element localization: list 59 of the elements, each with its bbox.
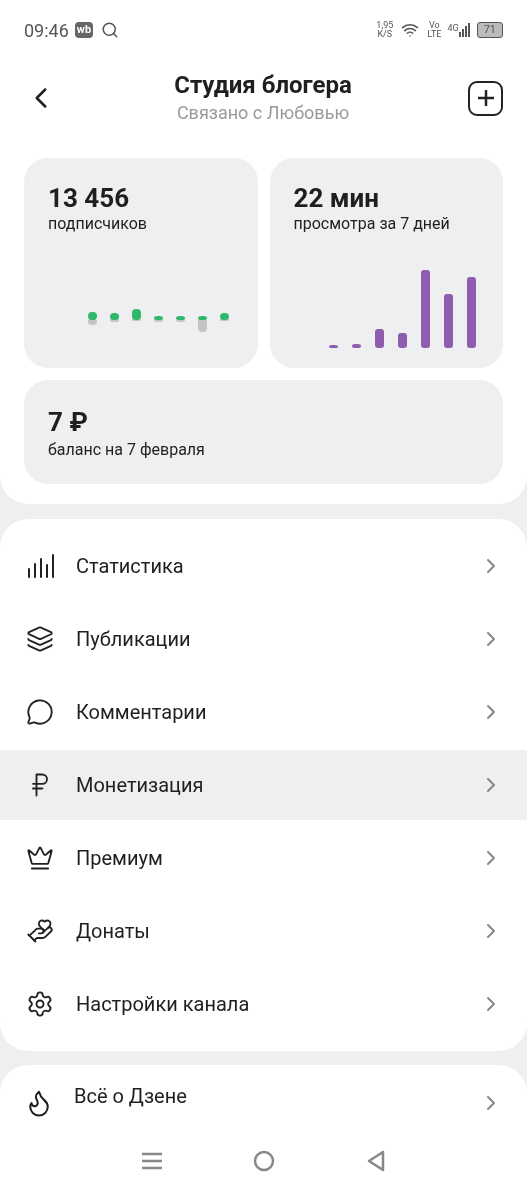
menu-label: Премиум [76,845,164,872]
stat-value: 22 мин [293,182,380,214]
balance-label: баланс на 7 февраля [48,439,206,461]
stat-value: 13 456 [48,182,131,214]
volte-indicator: Vo LTE [427,21,442,39]
search-icon [101,21,120,39]
wifi-icon [401,21,420,39]
chart-bar [219,313,229,321]
chart-bar [109,313,119,322]
app-badge: wb [74,21,94,39]
balance-value: 7 ₽ [48,406,89,438]
menu-label: Комментарии [76,699,208,726]
home-button[interactable] [253,1149,276,1172]
stack-icon [26,625,54,653]
stat-label: подписчиков [48,214,148,234]
menu-label: Монетизация [76,772,205,799]
stat-card[interactable]: 13 456 подписчиков [24,158,258,368]
menu-item[interactable]: Статистика [0,531,527,601]
page-title: Студия блогера [174,70,352,99]
chart-bar [153,316,163,322]
menu-item[interactable]: Настройки канала [0,969,527,1039]
menu-button[interactable] [141,1151,162,1170]
menu-item[interactable]: Монетизация [0,750,527,820]
menu-item[interactable]: Комментарии [0,677,527,747]
menu-label: Всё о Дзене [74,1083,188,1110]
stat-label: просмотра за 7 дней [293,214,451,234]
plus-icon [476,89,495,107]
battery-indicator: 71 [476,22,503,38]
signal-icon [458,23,471,37]
add-button[interactable] [468,80,503,116]
network-speed: 1,95 K/S [376,21,394,39]
menu-label: Статистика [76,553,185,580]
back-nav-button[interactable] [367,1149,386,1172]
menu-item[interactable]: Премиум [0,823,527,893]
chart-bar [467,277,476,348]
page-subtitle: Связано с Любовью [176,100,350,125]
chart-bar [197,316,207,332]
chart-bar [398,333,407,348]
menu-item[interactable]: Публикации [0,604,527,674]
chart-bar [175,316,185,322]
bar-chart-icon [26,552,54,580]
menu-label: Публикации [76,626,192,653]
chart-bar [375,329,384,348]
stat-card[interactable]: 22 мин просмотра за 7 дней [269,158,503,368]
crown-icon [26,844,54,872]
chart-bar [444,294,453,348]
clock: 09:46 [24,18,69,43]
network-type: 4G [447,22,459,35]
chart-bar [87,312,97,325]
balance-card[interactable]: 7 ₽ баланс на 7 февраля [24,380,503,484]
chart-bar [131,309,141,321]
menu-item[interactable]: Донаты [0,896,527,966]
settings-icon [26,990,54,1018]
menu-label: Настройки канала [76,991,251,1018]
chart-bar [352,344,361,348]
hand-heart-icon [26,917,54,945]
speech-bubble-icon [26,698,54,726]
menu-label: Донаты [76,918,151,945]
chart-bar [329,345,338,348]
